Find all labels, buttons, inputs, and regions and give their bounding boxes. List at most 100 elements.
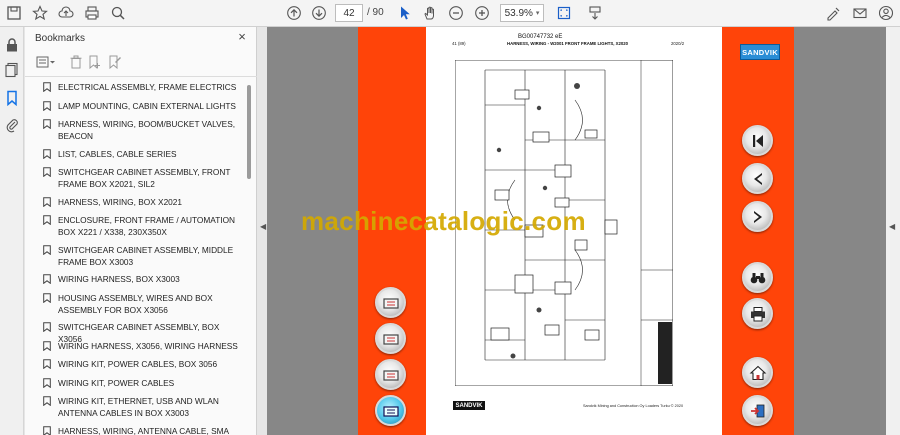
bookmark-icon [43,215,51,225]
delete-bookmark-icon[interactable] [69,55,83,69]
document-heading: HARNESS, WIRING - W2001 FRONT FRAME LIGH… [507,41,629,46]
bookmark-panel-icon[interactable] [4,90,20,107]
book-button-1[interactable] [375,287,406,318]
bookmark-item[interactable]: LAMP MOUNTING, CABIN EXTERNAL LIGHTS [43,100,243,112]
hand-tool-icon[interactable] [420,3,440,23]
bookmark-item[interactable]: ENCLOSURE, FRONT FRAME / AUTOMATION BOX … [43,214,243,238]
bookmark-item[interactable]: WIRING HARNESS, BOX X3003 [43,273,243,285]
page-total: / 90 [367,7,384,18]
bookmark-item[interactable]: HARNESS, WIRING, ANTENNA CABLE, SMA MALE… [43,425,243,435]
document-footer-logo: SANDVIK [453,401,485,410]
next-icon [753,210,762,223]
binoculars-icon [750,272,765,283]
pages-icon[interactable] [4,62,20,78]
right-panel-strip [886,27,900,435]
bookmark-icon [43,82,51,92]
zoom-search-icon[interactable] [108,3,128,23]
new-bookmark-icon[interactable] [88,55,102,70]
search-button[interactable] [742,262,773,293]
fit-page-icon[interactable] [554,3,574,23]
save-icon[interactable] [4,3,24,23]
book-icon [382,405,399,417]
bookmark-label: WIRING KIT, ETHERNET, USB AND WLAN ANTEN… [58,396,219,418]
left-nav-rail [0,27,24,435]
home-icon [749,365,766,380]
bookmark-icon [43,119,51,129]
bookmark-icon [43,196,51,207]
bookmark-label: SWITCHGEAR CABINET ASSEMBLY, FRONT FRAME… [58,167,231,189]
account-icon[interactable] [876,3,896,23]
bookmarks-title: Bookmarks [35,33,86,44]
previous-icon [753,172,762,185]
bookmark-label: ENCLOSURE, FRONT FRAME / AUTOMATION BOX … [58,215,236,237]
star-icon[interactable] [30,3,50,23]
bookmark-item[interactable]: HARNESS, WIRING, BOX X2021 [43,196,243,208]
bookmark-item[interactable]: SWITCHGEAR CABINET ASSEMBLY, FRONT FRAME… [43,166,243,190]
page-down-icon[interactable] [309,3,329,23]
bookmark-icon [43,425,51,435]
book-button-3[interactable] [375,359,406,390]
bookmark-item[interactable]: HARNESS, WIRING, BOOM/BUCKET VALVES, BEA… [43,118,243,142]
scrollbar-thumb[interactable] [247,85,251,179]
bookmark-item[interactable]: ELECTRICAL ASSEMBLY, FRAME ELECTRICS [43,81,243,93]
pdf-viewer-window: / 90 53.9% ▾ [0,0,900,435]
email-icon[interactable] [850,3,870,23]
bookmark-item[interactable]: WIRING KIT, POWER CABLES, BOX 3056 [43,358,243,370]
first-page-button[interactable] [742,125,773,156]
collapse-panel-icon[interactable]: ◀ [260,222,266,231]
bookmark-label: HARNESS, WIRING, ANTENNA CABLE, SMA MALE… [58,425,229,435]
bookmark-item[interactable]: LIST, CABLES, CABLE SERIES [43,148,243,160]
zoom-level-field[interactable]: 53.9% ▾ [500,4,544,22]
upload-icon[interactable] [56,3,76,23]
bookmark-item[interactable]: SWITCHGEAR CABINET ASSEMBLY, MIDDLE FRAM… [43,244,243,268]
expand-right-panel-icon[interactable]: ◀ [889,222,895,231]
bookmark-icon [43,100,51,111]
printer-icon[interactable] [82,3,102,23]
attachment-icon[interactable] [4,117,20,133]
divider [25,76,257,77]
bookmark-item[interactable]: WIRING KIT, POWER CABLES [43,377,243,389]
watermark-text: machinecatalogic.com [301,206,586,236]
previous-page-button[interactable] [742,163,773,194]
next-page-button[interactable] [742,201,773,232]
bookmark-list: ELECTRICAL ASSEMBLY, FRAME ELECTRICS LAMP… [25,79,247,435]
bookmark-icon [43,359,51,369]
book-icon [382,333,399,345]
print-button[interactable] [742,298,773,329]
zoom-out-icon[interactable] [446,3,466,23]
book-icon [382,297,399,309]
page-number-input[interactable] [335,4,363,22]
home-button[interactable] [742,357,773,388]
sign-icon[interactable] [824,3,844,23]
select-cursor-icon[interactable] [395,3,415,23]
bookmark-label: WIRING HARNESS, X3056, WIRING HARNESS [58,340,238,351]
bookmark-icon [43,274,51,284]
book-button-2[interactable] [375,323,406,354]
bookmark-options-icon[interactable] [36,55,56,69]
exit-button[interactable] [742,395,773,426]
close-icon[interactable]: × [235,30,249,44]
document-code: BG00747732 eE [518,34,563,40]
bookmark-properties-icon[interactable] [108,55,122,70]
printer-icon [750,306,765,321]
scroll-mode-icon[interactable] [585,3,605,23]
document-page-ref: 41 (89) [452,41,466,46]
bookmark-icon [43,377,51,388]
bookmark-item[interactable]: WIRING HARNESS, X3056, WIRING HARNESS [43,340,243,352]
bookmark-item[interactable]: WIRING KIT, ETHERNET, USB AND WLAN ANTEN… [43,395,243,419]
zoom-in-icon[interactable] [472,3,492,23]
bookmarks-panel: Bookmarks × ELECTRICAL ASSEMBLY, FRAME E… [25,27,257,435]
bookmark-item[interactable]: HOUSING ASSEMBLY, WIRES AND BOX ASSEMBLY… [43,292,243,316]
zoom-level-value: 53.9% [504,7,533,19]
bookmark-icon [43,292,51,303]
book-icon [382,369,399,381]
page-up-icon[interactable] [284,3,304,23]
bookmark-label: HARNESS, WIRING, BOOM/BUCKET VALVES, BEA… [58,119,236,141]
bookmark-icon [43,244,51,255]
bookmark-icon [43,148,51,159]
sandvik-logo: SANDVIK [740,44,780,60]
book-button-4[interactable] [375,395,406,426]
exit-icon [750,404,764,417]
bookmark-icon [43,396,51,406]
lock-icon[interactable] [4,37,20,53]
